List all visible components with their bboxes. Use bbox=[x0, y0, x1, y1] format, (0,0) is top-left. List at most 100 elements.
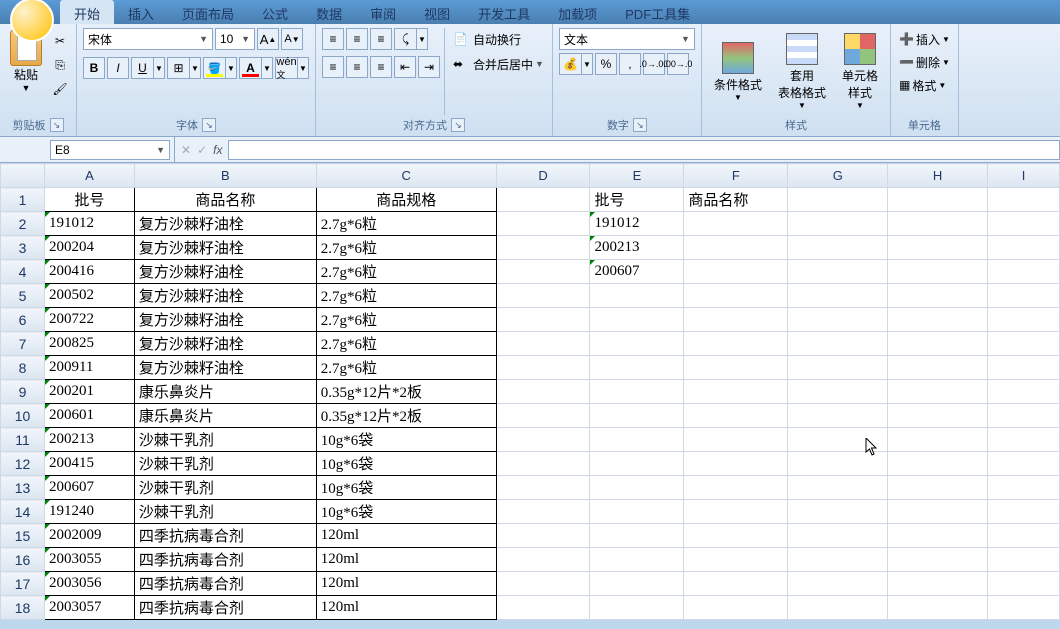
cell[interactable] bbox=[888, 452, 988, 476]
cell[interactable]: 200201 bbox=[44, 380, 134, 404]
cell[interactable] bbox=[590, 572, 684, 596]
bold-button[interactable]: B bbox=[83, 57, 105, 79]
cell[interactable]: 200825 bbox=[44, 332, 134, 356]
cell[interactable] bbox=[590, 404, 684, 428]
cell[interactable]: 10g*6袋 bbox=[316, 476, 496, 500]
cell[interactable] bbox=[590, 524, 684, 548]
cell[interactable] bbox=[788, 260, 888, 284]
tab-home[interactable]: 开始 bbox=[60, 0, 114, 24]
cell[interactable] bbox=[988, 548, 1060, 572]
tab-formulas[interactable]: 公式 bbox=[248, 0, 302, 24]
cell[interactable]: 四季抗病毒合剂 bbox=[134, 572, 316, 596]
cell[interactable] bbox=[590, 452, 684, 476]
cell[interactable]: 200213 bbox=[590, 236, 684, 260]
cell[interactable] bbox=[496, 308, 590, 332]
cell[interactable] bbox=[788, 404, 888, 428]
underline-button[interactable]: U bbox=[131, 57, 153, 79]
cell[interactable]: 191012 bbox=[44, 212, 134, 236]
clipboard-launcher[interactable]: ↘ bbox=[50, 118, 64, 132]
row-header[interactable]: 12 bbox=[1, 452, 45, 476]
cell[interactable] bbox=[496, 332, 590, 356]
cut-button[interactable]: ✂ bbox=[50, 32, 70, 50]
row-header[interactable]: 11 bbox=[1, 428, 45, 452]
tab-insert[interactable]: 插入 bbox=[114, 0, 168, 24]
cell[interactable]: 200607 bbox=[44, 476, 134, 500]
italic-button[interactable]: I bbox=[107, 57, 129, 79]
cell[interactable] bbox=[496, 284, 590, 308]
cell[interactable]: 四季抗病毒合剂 bbox=[134, 524, 316, 548]
align-bottom-button[interactable]: ≡ bbox=[370, 28, 392, 50]
cell[interactable]: 200911 bbox=[44, 356, 134, 380]
cell[interactable]: 康乐鼻炎片 bbox=[134, 380, 316, 404]
cell[interactable] bbox=[988, 212, 1060, 236]
cell[interactable] bbox=[988, 572, 1060, 596]
cell[interactable]: 2003057 bbox=[44, 596, 134, 620]
alignment-launcher[interactable]: ↘ bbox=[451, 118, 465, 132]
cell[interactable] bbox=[788, 332, 888, 356]
cell[interactable] bbox=[684, 308, 788, 332]
cell[interactable] bbox=[496, 596, 590, 620]
cancel-icon[interactable]: ✕ bbox=[181, 143, 191, 157]
cell[interactable] bbox=[590, 284, 684, 308]
cell[interactable] bbox=[888, 572, 988, 596]
cell[interactable]: 191012 bbox=[590, 212, 684, 236]
col-header[interactable]: A bbox=[44, 164, 134, 188]
cell[interactable]: 沙棘干乳剂 bbox=[134, 452, 316, 476]
office-button[interactable] bbox=[10, 0, 54, 42]
cell[interactable] bbox=[684, 500, 788, 524]
cell[interactable] bbox=[988, 452, 1060, 476]
cell[interactable] bbox=[988, 380, 1060, 404]
cell[interactable]: 200415 bbox=[44, 452, 134, 476]
cell[interactable] bbox=[496, 212, 590, 236]
table-format-button[interactable]: 套用 表格格式 ▼ bbox=[772, 28, 832, 115]
cell[interactable]: 2002009 bbox=[44, 524, 134, 548]
cell[interactable]: 复方沙棘籽油栓 bbox=[134, 212, 316, 236]
cell[interactable] bbox=[788, 428, 888, 452]
decrease-indent-button[interactable]: ⇤ bbox=[394, 56, 416, 78]
cell[interactable] bbox=[888, 260, 988, 284]
currency-button[interactable]: 💰 bbox=[559, 53, 581, 75]
align-right-button[interactable]: ≡ bbox=[370, 56, 392, 78]
increase-decimal-button[interactable]: .0→.00 bbox=[643, 53, 665, 75]
cell[interactable] bbox=[590, 332, 684, 356]
tab-view[interactable]: 视图 bbox=[410, 0, 464, 24]
cell[interactable] bbox=[888, 404, 988, 428]
col-header[interactable]: I bbox=[988, 164, 1060, 188]
cell[interactable] bbox=[590, 500, 684, 524]
cell[interactable] bbox=[684, 284, 788, 308]
increase-indent-button[interactable]: ⇥ bbox=[418, 56, 440, 78]
cell[interactable] bbox=[988, 188, 1060, 212]
tab-developer[interactable]: 开发工具 bbox=[464, 0, 544, 24]
cell[interactable] bbox=[684, 212, 788, 236]
cell[interactable]: 2.7g*6粒 bbox=[316, 236, 496, 260]
cell[interactable] bbox=[988, 404, 1060, 428]
cell[interactable] bbox=[496, 188, 590, 212]
cell[interactable] bbox=[590, 380, 684, 404]
format-painter-button[interactable]: 🖌 bbox=[50, 80, 70, 98]
cell[interactable] bbox=[590, 356, 684, 380]
formula-input[interactable] bbox=[228, 140, 1060, 160]
cell[interactable]: 康乐鼻炎片 bbox=[134, 404, 316, 428]
cell[interactable]: 商品规格 bbox=[316, 188, 496, 212]
tab-addins[interactable]: 加载项 bbox=[544, 0, 611, 24]
cell[interactable] bbox=[788, 284, 888, 308]
merge-center-button[interactable]: ⬌ 合并后居中 ▼ bbox=[451, 53, 546, 75]
cell[interactable] bbox=[684, 404, 788, 428]
cell[interactable] bbox=[888, 500, 988, 524]
cell[interactable] bbox=[496, 452, 590, 476]
cell[interactable]: 120ml bbox=[316, 524, 496, 548]
cell[interactable] bbox=[496, 500, 590, 524]
cell[interactable] bbox=[590, 428, 684, 452]
cell[interactable] bbox=[788, 380, 888, 404]
fx-icon[interactable]: fx bbox=[213, 143, 222, 157]
border-button[interactable]: ⊞ bbox=[167, 57, 189, 79]
col-header[interactable]: B bbox=[134, 164, 316, 188]
cell[interactable] bbox=[684, 380, 788, 404]
cell[interactable]: 191240 bbox=[44, 500, 134, 524]
delete-cells-button[interactable]: ➖ 删除 ▼ bbox=[897, 51, 952, 73]
cell[interactable] bbox=[496, 404, 590, 428]
cell[interactable]: 0.35g*12片*2板 bbox=[316, 404, 496, 428]
cell[interactable] bbox=[888, 596, 988, 620]
copy-button[interactable]: ⎘ bbox=[50, 56, 70, 74]
align-left-button[interactable]: ≡ bbox=[322, 56, 344, 78]
